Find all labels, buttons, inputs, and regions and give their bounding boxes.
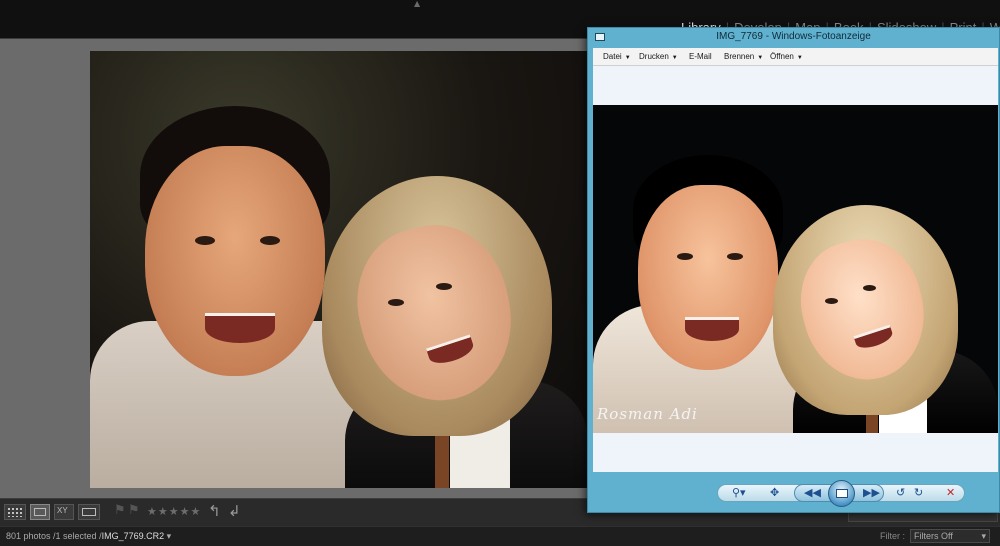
viewer-photo[interactable]: Rosman Adi: [593, 105, 998, 433]
chevron-down-icon: ▼: [624, 55, 631, 61]
survey-view-button[interactable]: [78, 504, 100, 520]
chevron-down-icon: ▼: [671, 55, 678, 61]
menu-oeffnen[interactable]: Öffnen ▼: [770, 52, 803, 61]
grid-icon: [7, 507, 23, 517]
loupe-icon: [34, 508, 46, 516]
grid-view-button[interactable]: [4, 504, 26, 520]
fit-icon[interactable]: ✥: [770, 486, 779, 500]
chevron-down-icon: ▾: [166, 531, 172, 541]
flag-reject-icon[interactable]: ⚑: [128, 503, 140, 518]
rotate-right-icon[interactable]: ↲: [228, 502, 241, 520]
menu-email[interactable]: E-Mail: [689, 52, 712, 61]
chevron-down-icon: ▼: [796, 55, 803, 61]
windows-photo-viewer-window: IMG_7769 - Windows-Fotoanzeige Datei ▼ Dr…: [587, 27, 1000, 513]
photo-eye: [727, 253, 743, 260]
lightroom-status-bar: 801 photos /1 selected /IMG_7769.CR2 ▾ F…: [0, 526, 1000, 546]
rotate-right-icon[interactable]: ↻: [914, 486, 923, 500]
menu-datei[interactable]: Datei ▼: [603, 52, 631, 61]
photo-eye: [825, 298, 838, 304]
photo-eye: [260, 236, 280, 245]
rotate-left-icon[interactable]: ↰: [208, 502, 221, 520]
photo-mouth: [685, 317, 739, 341]
filter-label: Filter :: [880, 531, 906, 541]
delete-icon[interactable]: ✕: [946, 486, 955, 500]
flag-pick-icon[interactable]: ⚑: [114, 503, 126, 518]
slideshow-icon: [836, 489, 848, 498]
viewer-menu-bar: Datei ▼ Drucken ▼ E-Mail Brennen ▼ Öffnen ▼: [593, 48, 998, 66]
photo-eye: [195, 236, 215, 245]
rotate-left-icon[interactable]: ↺: [896, 486, 905, 500]
selected-file-path: IMG_7769.CR2: [101, 531, 165, 541]
photo-eye: [388, 299, 404, 306]
menu-drucken[interactable]: Drucken ▼: [639, 52, 678, 61]
next-icon[interactable]: ▶▶: [863, 486, 880, 500]
previous-icon[interactable]: ◀◀: [804, 486, 821, 500]
slideshow-button[interactable]: [828, 480, 855, 507]
star-rating[interactable]: ★★★★★: [147, 505, 201, 518]
collapse-panel-icon[interactable]: ▲: [414, 0, 420, 8]
photo-eye: [863, 285, 876, 291]
photo-man-face: [638, 185, 778, 370]
zoom-icon[interactable]: ⚲▾: [732, 486, 746, 500]
photo-eye: [436, 283, 452, 290]
compare-icon: XY: [57, 506, 68, 515]
loupe-view-button[interactable]: [30, 504, 50, 520]
viewer-title-bar[interactable]: IMG_7769 - Windows-Fotoanzeige: [588, 28, 999, 48]
photo-eye: [677, 253, 693, 260]
photo-mouth: [205, 313, 275, 343]
survey-icon: [82, 508, 96, 516]
viewer-image-area: Rosman Adi: [593, 66, 998, 472]
menu-brennen[interactable]: Brennen ▼: [724, 52, 763, 61]
filter-select[interactable]: Filters Off: [910, 529, 990, 543]
window-title: IMG_7769 - Windows-Fotoanzeige: [716, 31, 871, 42]
navigation-controls: ⚲▾ ✥ ◀◀ ▶▶ ↺ ↻ ✕: [717, 480, 965, 507]
photo-count-info[interactable]: 801 photos /1 selected /IMG_7769.CR2 ▾: [6, 531, 171, 542]
viewer-navigation-bar: ⚲▾ ✥ ◀◀ ▶▶ ↺ ↻ ✕: [588, 472, 999, 514]
loupe-photo[interactable]: [90, 51, 588, 488]
photo-watermark: Rosman Adi: [597, 405, 698, 423]
photo-count: 801 photos /1 selected /: [6, 531, 102, 541]
chevron-down-icon: ▼: [757, 55, 764, 61]
compare-view-button[interactable]: XY: [54, 504, 74, 520]
